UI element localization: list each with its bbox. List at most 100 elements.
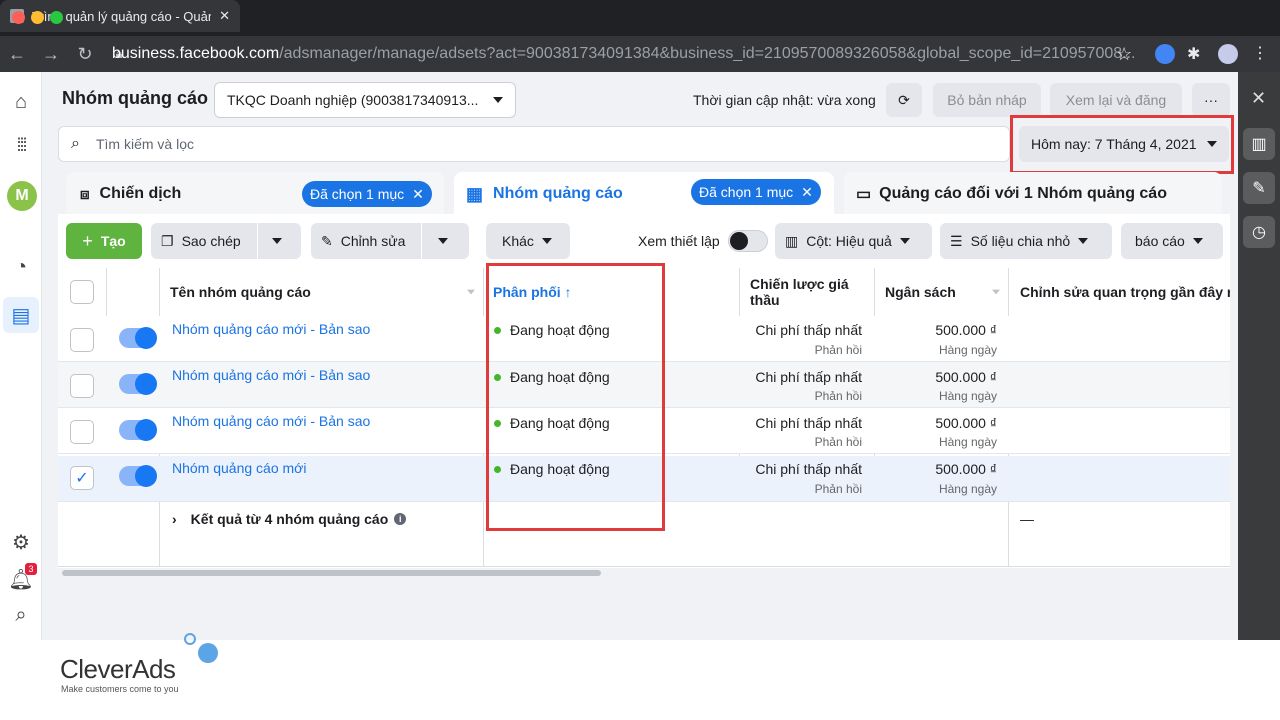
adset-status-toggle[interactable] xyxy=(119,373,157,395)
reports-label: báo cáo xyxy=(1135,233,1185,249)
columns-button[interactable]: ▥ Cột: Hiệu quả xyxy=(775,223,932,259)
chevron-down-icon[interactable] xyxy=(271,238,282,244)
column-header-recent-edits[interactable]: Chỉnh sửa quan trọng gần đây nh xyxy=(1020,268,1230,316)
clear-selection-icon[interactable]: ✕ xyxy=(412,186,424,203)
expand-chevron-icon[interactable]: › xyxy=(172,511,177,527)
adset-status-toggle[interactable] xyxy=(119,327,157,349)
checkmark-icon: ✓ xyxy=(75,470,89,487)
breakdown-icon: ☰ xyxy=(950,232,963,249)
column-header-bid-strategy[interactable]: Chiến lược giá thầu xyxy=(750,276,849,308)
breakdown-button[interactable]: ☰ Số liệu chia nhỏ xyxy=(940,223,1112,259)
extension-icon[interactable] xyxy=(1155,44,1175,64)
search-filter-bar[interactable]: ⌕ Tìm kiếm và lọc xyxy=(58,126,1010,162)
results-summary-label: Kết quả từ 4 nhóm quảng cáo xyxy=(190,511,389,527)
other-label: Khác xyxy=(502,233,534,249)
edit-button[interactable]: ✎ Chỉnh sửa xyxy=(311,223,469,259)
left-navigation: ⌂ ⁞⁞⁞ M ◔ ▤ ⚙ 🔔︎ 3 ⌕ xyxy=(0,72,42,640)
page-title: Nhóm quảng cáo xyxy=(62,88,209,108)
search-icon: ⌕ xyxy=(71,135,80,152)
refresh-icon: ⟳ xyxy=(898,91,910,108)
column-header-name[interactable]: Tên nhóm quảng cáo xyxy=(170,268,476,316)
back-icon[interactable]: ← xyxy=(0,44,34,65)
campaign-chip-label: Đã chọn 1 mục xyxy=(310,186,405,202)
cleverads-logo: CleverAds xyxy=(60,654,176,684)
create-button[interactable]: + Tạo xyxy=(66,223,142,259)
avatar[interactable]: M xyxy=(7,181,37,211)
select-all-checkbox[interactable] xyxy=(70,280,94,304)
refresh-button[interactable]: ⟳ xyxy=(886,83,922,117)
horizontal-scrollbar[interactable] xyxy=(62,570,601,576)
edit-pencil-icon: ✎ xyxy=(321,232,333,249)
clear-selection-icon[interactable]: ✕ xyxy=(801,184,813,201)
reload-icon[interactable]: ↻ xyxy=(68,44,102,65)
adset-status-toggle[interactable] xyxy=(119,419,157,441)
account-selector[interactable]: TKQC Doanh nghiệp (9003817340913... xyxy=(214,82,516,118)
divider xyxy=(256,223,258,259)
close-panel-icon[interactable]: ✕ xyxy=(1251,88,1266,109)
columns-icon: ▥ xyxy=(785,232,799,249)
logo-bubble-small xyxy=(184,633,196,645)
url-field[interactable]: business.facebook.com/adsmanager/manage/… xyxy=(112,42,1142,66)
puzzle-icon[interactable]: ✱ xyxy=(1187,44,1200,64)
dashboard-gauge-icon[interactable]: ◔ xyxy=(8,254,34,280)
bid-strategy-value: Chi phí thấp nhất xyxy=(755,369,862,385)
history-clock-icon[interactable]: ◷ xyxy=(1243,216,1275,248)
bid-strategy-sub: Phản hồi xyxy=(814,343,862,357)
chevron-down-icon[interactable] xyxy=(438,238,449,244)
tab-ads[interactable]: ▭ Quảng cáo đối với 1 Nhóm quảng cáo xyxy=(844,172,1222,216)
adset-chip-label: Đã chọn 1 mục xyxy=(699,184,794,200)
forward-icon[interactable]: → xyxy=(34,44,68,65)
more-options-button[interactable]: ··· xyxy=(1192,83,1230,117)
divider xyxy=(58,566,1230,567)
adset-name-link[interactable]: Nhóm quảng cáo mới xyxy=(172,460,306,476)
settings-gear-icon[interactable]: ⚙ xyxy=(8,529,34,555)
view-setup-toggle[interactable] xyxy=(728,230,768,252)
ads-manager-table-icon[interactable]: ▤ xyxy=(3,297,39,333)
minimize-window-dot[interactable] xyxy=(31,11,44,24)
browser-menu-icon[interactable]: ⋮ xyxy=(1252,43,1268,63)
adset-selection-chip[interactable]: Đã chọn 1 mục ✕ xyxy=(691,179,821,205)
row-checkbox-checked[interactable]: ✓ xyxy=(70,466,94,490)
campaign-selection-chip[interactable]: Đã chọn 1 mục ✕ xyxy=(302,181,432,207)
bid-strategy-sub: Phản hồi xyxy=(814,482,862,496)
search-input[interactable]: Tìm kiếm và lọc xyxy=(96,136,194,152)
adset-status-toggle[interactable] xyxy=(119,465,157,487)
maximize-window-dot[interactable] xyxy=(50,11,63,24)
adset-name-link[interactable]: Nhóm quảng cáo mới - Bản sao xyxy=(172,321,370,337)
profile-icon[interactable] xyxy=(1218,44,1238,64)
reports-button[interactable]: báo cáo xyxy=(1121,223,1223,259)
close-window-dot[interactable] xyxy=(12,11,25,24)
search-icon[interactable]: ⌕ xyxy=(8,602,34,628)
account-selector-label: TKQC Doanh nghiệp (9003817340913... xyxy=(227,92,479,108)
bookmark-star-icon[interactable]: ☆ xyxy=(1116,44,1132,65)
plus-icon: + xyxy=(82,230,93,251)
apps-grid-icon[interactable]: ⁞⁞⁞ xyxy=(8,132,34,158)
review-publish-button[interactable]: Xem lại và đăng xyxy=(1050,83,1182,117)
discard-draft-button[interactable]: Bỏ bản nháp xyxy=(933,83,1041,117)
row-checkbox[interactable] xyxy=(70,374,94,398)
bid-strategy-sub: Phản hồi xyxy=(814,389,862,403)
columns-label: Cột: Hiệu quả xyxy=(806,233,892,249)
view-setup-label: Xem thiết lập xyxy=(638,233,720,249)
url-host: business.facebook.com xyxy=(112,45,280,62)
info-icon[interactable]: i xyxy=(394,513,407,525)
budget-sub: Hàng ngày xyxy=(938,435,997,449)
copy-button[interactable]: ❐ Sao chép xyxy=(151,223,301,259)
bid-strategy-value: Chi phí thấp nhất xyxy=(755,461,862,477)
results-summary[interactable]: › Kết quả từ 4 nhóm quảng cáo i xyxy=(172,511,407,527)
browser-tab-bar: Trình quản lý quảng cáo - Quản ✕ xyxy=(0,0,1280,36)
chevron-down-icon xyxy=(899,238,910,244)
adset-name-link[interactable]: Nhóm quảng cáo mới - Bản sao xyxy=(172,367,370,383)
budget-sub: Hàng ngày xyxy=(938,482,997,496)
edit-pencil-icon[interactable]: ✎ xyxy=(1243,172,1275,204)
close-tab-icon[interactable]: ✕ xyxy=(219,8,230,24)
chart-panel-icon[interactable]: ▥ xyxy=(1243,128,1275,160)
row-checkbox[interactable] xyxy=(70,328,94,352)
bid-strategy-line-1: Chiến lược giá xyxy=(750,276,849,292)
adset-name-link[interactable]: Nhóm quảng cáo mới - Bản sao xyxy=(172,413,370,429)
breakdown-label: Số liệu chia nhỏ xyxy=(970,233,1071,249)
home-icon[interactable]: ⌂ xyxy=(8,89,34,115)
column-header-budget[interactable]: Ngân sách xyxy=(885,268,1001,316)
row-checkbox[interactable] xyxy=(70,420,94,444)
other-menu-button[interactable]: Khác xyxy=(486,223,570,259)
